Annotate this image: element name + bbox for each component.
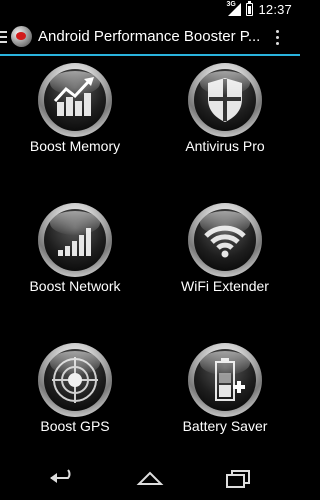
tile-label: WiFi Extender [181,278,269,294]
status-bar: 3G 12:37 [0,0,300,20]
action-bar: Android Performance Booster P... [0,20,300,56]
tile-label: Boost GPS [40,418,110,434]
tile-boost-network[interactable]: Boost Network [0,198,150,338]
battery-icon [246,1,254,16]
bar-chart-up-icon [38,63,112,137]
app-logo-icon[interactable] [11,26,32,47]
radar-icon [38,343,112,417]
tile-label: Boost Network [29,278,121,294]
tile-label: Battery Saver [182,418,268,434]
wifi-icon [188,203,262,277]
drawer-icon[interactable] [0,31,7,46]
tile-boost-memory[interactable]: Boost Memory [0,58,150,198]
tile-battery-saver[interactable]: Battery Saver [150,338,300,478]
recent-apps-icon[interactable] [224,468,252,493]
signal-icon: 3G [226,1,242,16]
back-icon[interactable] [48,468,76,493]
status-icons: 3G 12:37 [226,1,292,17]
tile-label: Boost Memory [29,138,121,154]
navigation-bar [0,458,300,500]
battery-charge-icon [188,343,262,417]
tile-label: Antivirus Pro [185,138,265,154]
home-icon[interactable] [136,468,164,493]
tile-wifi-extender[interactable]: WiFi Extender [150,198,300,338]
tile-boost-gps[interactable]: Boost GPS [0,338,150,478]
overflow-menu-icon[interactable] [276,30,280,48]
status-time: 12:37 [258,2,292,17]
app-title: Android Performance Booster P... [38,28,261,45]
signal-bars-icon [38,203,112,277]
tile-antivirus-pro[interactable]: Antivirus Pro [150,58,300,198]
shield-icon [188,63,262,137]
